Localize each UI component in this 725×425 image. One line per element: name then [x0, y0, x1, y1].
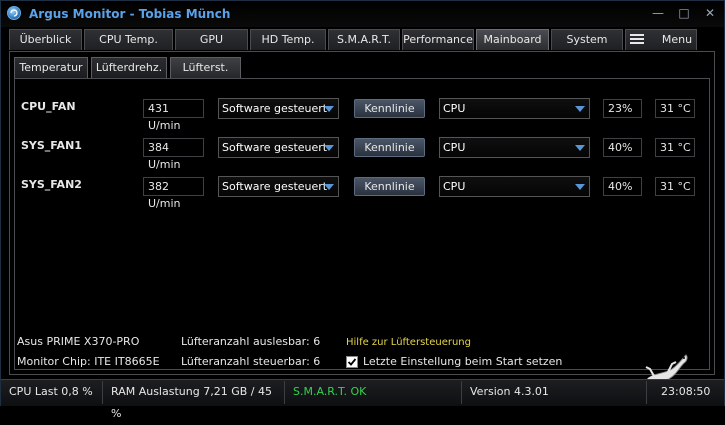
- fan-rpm: 384 U/min: [143, 138, 204, 171]
- fan-temperature: 31 °C: [655, 177, 695, 196]
- chevron-down-icon: [575, 145, 585, 151]
- fan-name: SYS_FAN1: [21, 139, 82, 152]
- mainboard-panel: Temperatur Lüfterdrehz. Lüfterst. CPU_FA…: [9, 51, 715, 396]
- version-status: Version 4.3.01: [462, 381, 647, 404]
- fan-mode-value: Software gesteuert: [222, 180, 328, 193]
- chevron-down-icon: [324, 184, 334, 190]
- fans-controllable-count: Lüfteranzahl steuerbar: 6: [181, 355, 321, 368]
- fan-percent: 23%: [603, 99, 642, 118]
- kennlinie-button[interactable]: Kennlinie: [354, 99, 425, 118]
- app-icon: [7, 6, 21, 20]
- board-name: Asus PRIME X370-PRO: [17, 335, 140, 348]
- tab-mainboard[interactable]: Mainboard: [476, 29, 549, 50]
- sub-tabs: Temperatur Lüfterdrehz. Lüfterst.: [14, 57, 244, 78]
- close-button[interactable]: ✕: [700, 5, 720, 21]
- fan-mode-dropdown[interactable]: Software gesteuert: [218, 98, 339, 119]
- apply-last-setting-checkbox[interactable]: [346, 356, 358, 368]
- tab-menu-label: Menu: [661, 33, 693, 46]
- fans-readable-count: Lüfteranzahl auslesbar: 6: [181, 335, 321, 348]
- fan-source-value: CPU: [443, 102, 466, 115]
- tab-smart[interactable]: S.M.A.R.T.: [328, 29, 400, 50]
- fan-temperature: 31 °C: [655, 99, 695, 118]
- minimize-button[interactable]: —: [648, 5, 668, 21]
- fan-control-panel: CPU_FAN 431 U/min Software gesteuert Ken…: [14, 78, 710, 396]
- kennlinie-button[interactable]: Kennlinie: [354, 177, 425, 196]
- maximize-button[interactable]: □: [674, 5, 694, 21]
- fan-source-value: CPU: [443, 180, 466, 193]
- fan-mode-dropdown[interactable]: Software gesteuert: [218, 137, 339, 158]
- fan-temperature: 31 °C: [655, 138, 695, 157]
- chevron-down-icon: [324, 106, 334, 112]
- tab-system[interactable]: System: [551, 29, 623, 50]
- kennlinie-button[interactable]: Kennlinie: [354, 138, 425, 157]
- cpu-load-status: CPU Last 0,8 %: [1, 381, 103, 404]
- main-tabs: Überblick CPU Temp. GPU HD Temp. S.M.A.R…: [9, 29, 699, 51]
- fan-name: SYS_FAN2: [21, 178, 82, 191]
- fan-source-dropdown[interactable]: CPU: [439, 137, 590, 158]
- tab-uberblick[interactable]: Überblick: [9, 29, 82, 50]
- fan-name: CPU_FAN: [21, 100, 76, 113]
- tab-hd-temp[interactable]: HD Temp.: [250, 29, 326, 50]
- clock-status: 23:08:50: [661, 385, 711, 398]
- status-bar: CPU Last 0,8 % RAM Auslastung 7,21 GB / …: [1, 379, 724, 420]
- chevron-down-icon: [575, 106, 585, 112]
- tab-cpu-temp[interactable]: CPU Temp.: [84, 29, 173, 50]
- fan-source-dropdown[interactable]: CPU: [439, 98, 590, 119]
- monitor-chip: Monitor Chip: ITE IT8665E: [17, 355, 160, 368]
- fan-source-value: CPU: [443, 141, 466, 154]
- smart-status: S.M.A.R.T. OK: [285, 381, 462, 404]
- tab-performance[interactable]: Performance: [402, 29, 474, 50]
- fan-source-dropdown[interactable]: CPU: [439, 176, 590, 197]
- subtab-luftersteuerung[interactable]: Lüfterst.: [170, 57, 241, 78]
- subtab-temperatur[interactable]: Temperatur: [14, 57, 88, 78]
- ram-usage-status: RAM Auslastung 7,21 GB / 45 %: [103, 381, 285, 420]
- chevron-down-icon: [324, 145, 334, 151]
- fan-percent: 40%: [603, 177, 642, 196]
- hamburger-menu-icon: [629, 34, 644, 44]
- fan-rpm: 431 U/min: [143, 99, 204, 132]
- fan-mode-dropdown[interactable]: Software gesteuert: [218, 176, 339, 197]
- title-bar: Argus Monitor - Tobias Münch — □ ✕: [1, 1, 724, 27]
- chevron-down-icon: [575, 184, 585, 190]
- tab-menu[interactable]: Menu: [625, 29, 697, 50]
- fan-control-help-link[interactable]: Hilfe zur Lüftersteuerung: [346, 337, 471, 348]
- argus-monitor-window: Argus Monitor - Tobias Münch — □ ✕ Überb…: [0, 0, 725, 420]
- fan-percent: 40%: [603, 138, 642, 157]
- apply-last-setting-label: Letzte Einstellung beim Start setzen: [363, 355, 563, 368]
- subtab-lufterdrehz[interactable]: Lüfterdrehz.: [91, 57, 167, 78]
- tab-gpu[interactable]: GPU: [175, 29, 248, 50]
- fan-rpm: 382 U/min: [143, 177, 204, 210]
- fan-mode-value: Software gesteuert: [222, 102, 328, 115]
- fan-mode-value: Software gesteuert: [222, 141, 328, 154]
- window-title: Argus Monitor - Tobias Münch: [29, 7, 231, 21]
